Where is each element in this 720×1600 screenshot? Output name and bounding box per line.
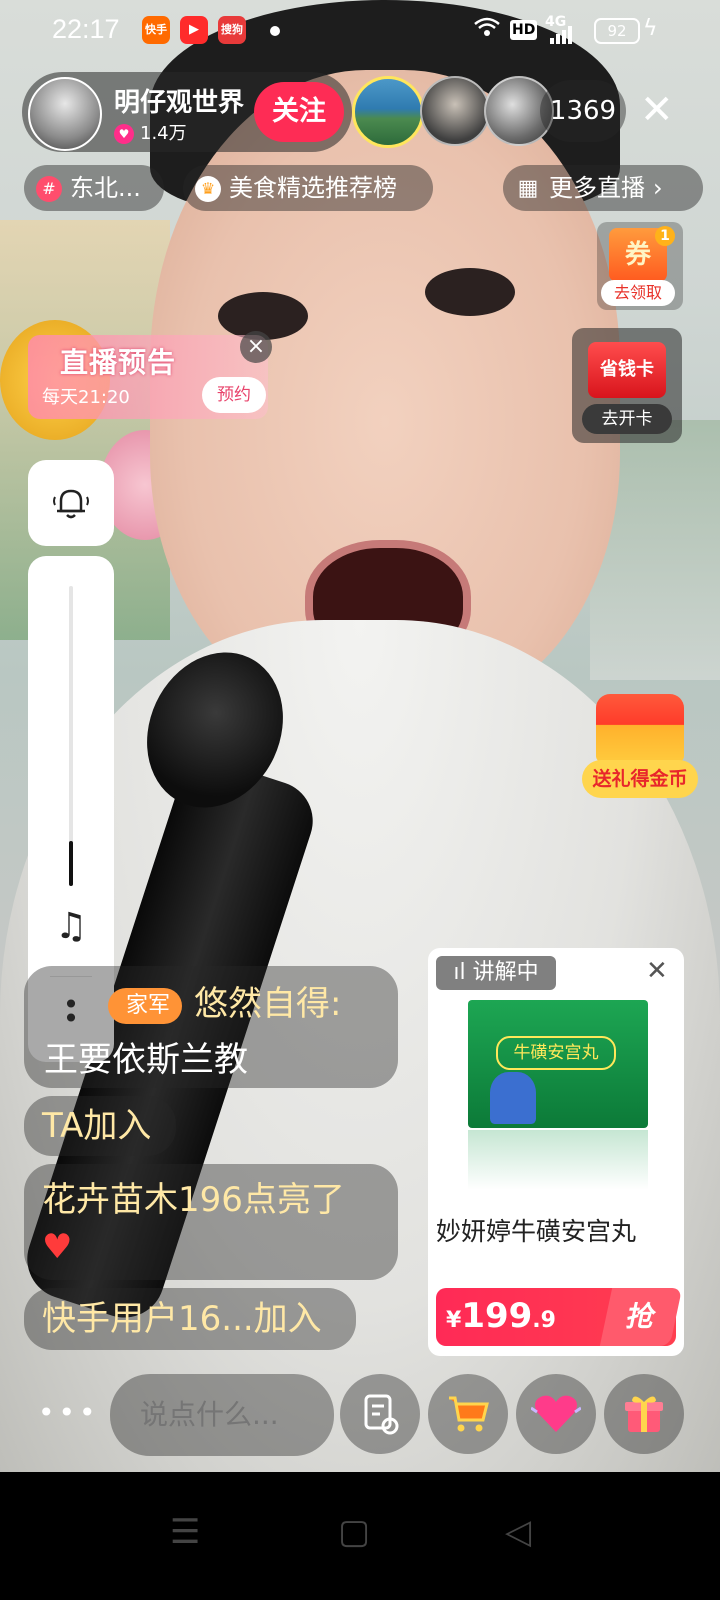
shopping-cart-icon[interactable] [428,1374,508,1454]
host-avatar[interactable] [28,77,102,151]
volume-slider[interactable] [69,586,73,886]
top-viewer-avatar-1[interactable] [352,76,424,148]
more-live-label: 更多直播 [549,174,645,202]
coupon-widget[interactable]: 券 1 去领取 [597,222,683,310]
save-card-widget[interactable]: 省钱卡 去开卡 [572,328,682,443]
price-currency: ¥ [446,1308,462,1333]
host-name: 明仔观世界 [114,88,245,118]
buy-button[interactable]: ¥199.9 抢 [436,1288,683,1346]
back-icon[interactable]: ◁ [505,1512,531,1552]
system-navigation-bar: ☰ ▢ ◁ [0,1472,720,1600]
topic-tag-label: 东北... [70,174,141,202]
hd-badge: HD [510,20,538,40]
fan-group-badge: 家军 [108,987,183,1024]
hashtag-icon: # [36,176,62,202]
coupon-claim-label: 去领取 [601,280,675,306]
follow-button[interactable]: 关注 [254,82,344,142]
status-time: 22:17 [52,14,120,44]
rank-chip-label: 美食精选推荐榜 [229,174,397,202]
topic-tag-chip[interactable]: # 东北... [24,165,164,211]
gift-icon[interactable] [604,1374,684,1454]
notification-dot-icon [270,26,280,36]
grab-button[interactable]: 抢 [599,1288,683,1346]
host-likes-count: 1.4万 [140,123,187,144]
close-icon[interactable]: ✕ [640,88,674,132]
save-card-icon: 省钱卡 [588,342,666,398]
price-decimal: .9 [532,1308,556,1333]
rank-chip[interactable]: ♛ 美食精选推荐榜 [183,165,433,211]
gift-promo-widget[interactable]: 送礼得金币 [582,694,698,802]
like-heart-icon[interactable] [516,1374,596,1454]
comment-input[interactable] [110,1374,334,1456]
notes-icon[interactable] [340,1374,420,1454]
save-card-open-label: 去开卡 [582,404,672,434]
product-image-reflection [468,1130,648,1190]
sound-bars-icon: ıl [453,960,473,985]
kuaishou-app-icon: 快手 [142,16,170,44]
sogou-app-icon: 搜狗 [218,16,246,44]
menu-icon[interactable]: ☰ [170,1512,200,1552]
heart-icon: ♥ [114,124,134,144]
comment-item[interactable]: TA加入 [24,1096,176,1156]
comment-user: 悠然自得: [194,984,342,1024]
more-options-icon[interactable]: ••• [38,1396,100,1429]
chevron-right-icon: › [653,174,663,202]
comment-text: 王要依斯兰教 [44,1040,248,1080]
battery-icon: 92 [594,18,640,44]
product-card[interactable]: ıl 讲解中 ✕ 牛磺安宫丸 妙妍婷牛磺安宫丸 ¥199.9 抢 [428,948,684,1356]
streamer-eye-right [425,268,515,316]
explaining-status-label: 讲解中 [472,960,539,985]
signal-icon [550,26,574,49]
gift-promo-label: 送礼得金币 [582,760,698,798]
comment-item[interactable]: 家军 悠然自得: 王要依斯兰教 [24,966,398,1088]
live-preview-title: 直播预告 [60,346,177,379]
live-preview-schedule: 每天21:20 [42,387,130,408]
status-bar: 22:17 快手 ▶ 搜狗 HD 4G 92 ϟ [0,0,720,62]
music-note-icon[interactable]: ♫ [28,906,114,947]
top-viewer-avatar-2[interactable] [420,76,490,146]
comment-text: 花卉苗木196点亮了 [42,1180,345,1220]
coupon-count-badge: 1 [655,226,675,246]
live-preview-banner[interactable]: 直播预告 每天21:20 预约 × [28,331,272,419]
charging-bolt-icon: ϟ [643,16,658,41]
product-box-figure [490,1072,536,1124]
home-icon[interactable]: ▢ [338,1512,370,1552]
volume-slider-fill[interactable] [69,841,73,886]
wifi-icon [474,16,500,43]
host-likes: ♥ 1.4万 [114,119,187,145]
close-icon[interactable]: × [240,331,272,363]
product-box-label: 牛磺安宫丸 [496,1036,616,1070]
grid-icon: ▦ [517,176,539,201]
comment-item[interactable]: 快手用户16...加入 [24,1288,356,1350]
product-image[interactable]: 牛磺安宫丸 [468,1000,648,1128]
close-icon[interactable]: ✕ [646,956,668,986]
more-live-chip[interactable]: ▦ 更多直播 › [503,165,703,211]
bottom-bar: ••• [0,1374,720,1456]
bell-icon[interactable] [28,460,114,546]
heart-icon: ♥ [42,1227,73,1267]
explaining-status-badge: ıl 讲解中 [436,956,556,990]
crown-icon: ♛ [195,176,221,202]
price-main: 199 [461,1296,533,1336]
video-app-icon: ▶ [180,16,208,44]
treasure-chest-icon [596,694,684,762]
product-title: 妙妍婷牛磺安宫丸 [436,1217,637,1246]
comment-item[interactable]: 花卉苗木196点亮了 ♥ [24,1164,398,1280]
live-preview-book-button[interactable]: 预约 [202,377,266,413]
viewer-count[interactable]: 1369 [540,80,626,142]
product-price: ¥199.9 [446,1296,556,1336]
